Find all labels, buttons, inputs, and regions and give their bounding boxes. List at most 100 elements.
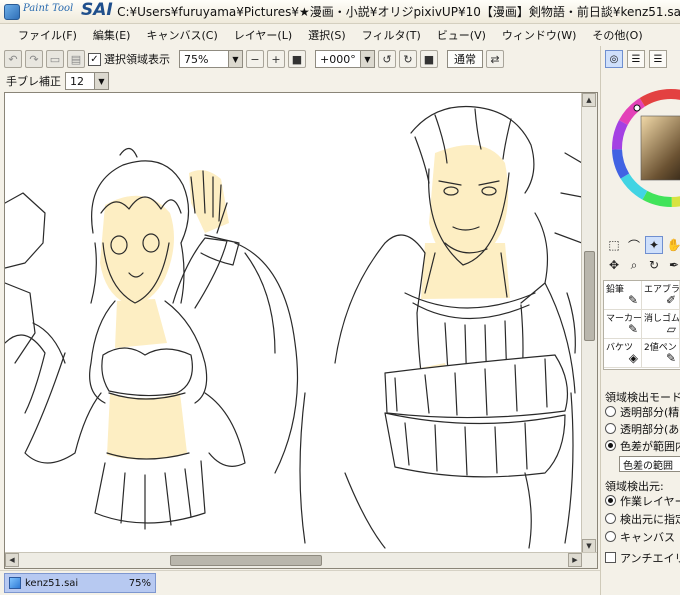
right-partial-sketch	[554, 152, 582, 354]
scroll-left-icon[interactable]: ◀	[5, 553, 19, 567]
rgb-slider-tab-icon[interactable]: ☰	[627, 50, 645, 68]
document-tab-bar: kenz51.sai 75%	[0, 570, 600, 595]
eyedropper-icon[interactable]: ✒	[665, 256, 680, 274]
tool-panel: ◎ ☰ ☰ ⬚ ⌒ ✦ ✋ ✥ ⌕ ↻ ✒ 鉛筆 ✎ エアブラ ✐ マーカー ✎…	[600, 46, 680, 595]
color-range-select[interactable]: 色差の範囲	[619, 456, 680, 472]
vertical-scroll-thumb[interactable]	[584, 250, 595, 341]
scroll-right-icon[interactable]: ▶	[568, 553, 582, 567]
brush-pencil[interactable]: 鉛筆 ✎	[604, 281, 642, 310]
zoom-out-button[interactable]: −	[246, 50, 264, 68]
document-zoom: 75%	[128, 577, 151, 589]
brush-binary-pen[interactable]: 2値ペン ✎	[642, 339, 680, 368]
scroll-up-icon[interactable]: ▲	[582, 93, 596, 107]
checkbox-icon	[605, 552, 616, 563]
brush-airbrush[interactable]: エアブラシ✐	[642, 281, 680, 310]
stabilizer-select[interactable]: 12 ▼	[65, 72, 109, 90]
show-selection-label: 選択領域表示	[104, 53, 170, 66]
brush-label: 鉛筆	[606, 285, 625, 295]
redo-button[interactable]: ↷	[25, 50, 43, 68]
zoom-icon[interactable]: ⌕	[625, 256, 643, 274]
menu-select[interactable]: 選択(S)	[300, 25, 354, 45]
menu-file[interactable]: ファイル(F)	[10, 25, 85, 45]
app-logo: Paint Tool SAI	[0, 0, 117, 24]
rotate-left-button[interactable]: ↺	[378, 50, 396, 68]
vertical-scrollbar[interactable]: ▲ ▼	[581, 93, 597, 553]
document-tab[interactable]: kenz51.sai 75%	[4, 573, 156, 593]
menu-canvas[interactable]: キャンバス(C)	[138, 25, 225, 45]
menu-filter[interactable]: フィルタ(T)	[354, 25, 429, 45]
brush-bucket[interactable]: バケツ ◈	[604, 339, 642, 368]
color-wheel-tab-icon[interactable]: ◎	[605, 50, 623, 68]
invert-selection-button[interactable]: ▤	[67, 50, 85, 68]
rotate-icon[interactable]: ↻	[645, 256, 663, 274]
radio-selected-icon	[605, 440, 616, 451]
detect-source-option-1[interactable]: 作業レイヤー	[605, 493, 680, 509]
radio-icon	[605, 406, 616, 417]
brush-palette: 鉛筆✎ エアブラシ✐ マーカー✎ 消しゴム▱ バケツ◈ 2値ペン✎	[603, 280, 680, 370]
zoom-in-button[interactable]: +	[267, 50, 285, 68]
file-path: C:¥Users¥furuyama¥Pictures¥★漫画・小説¥オリジpix…	[117, 5, 680, 19]
antialias-label: アンチエイリアス	[620, 552, 680, 565]
menu-view[interactable]: ビュー(V)	[429, 25, 494, 45]
drawing-canvas[interactable]	[5, 93, 582, 553]
zoom-value: 75%	[184, 52, 209, 66]
sai-logo-icon	[4, 3, 20, 20]
show-selection-checkbox[interactable]: ✓	[88, 52, 101, 66]
rotate-right-button[interactable]: ↻	[399, 50, 417, 68]
radio-icon	[605, 423, 616, 434]
marker-icon: ✎	[627, 322, 638, 336]
detect-source-option-3[interactable]: キャンバス	[605, 529, 675, 545]
chevron-down-icon: ▼	[360, 51, 374, 67]
option-label: 検出元に指定	[620, 513, 680, 526]
rotation-select[interactable]: +000° ▼	[315, 50, 375, 68]
hsv-slider-tab-icon[interactable]: ☰	[649, 50, 667, 68]
scroll-down-icon[interactable]: ▼	[582, 539, 596, 553]
flip-horizontal-button[interactable]: ⇄	[486, 50, 504, 68]
deselect-button[interactable]: ▭	[46, 50, 64, 68]
logo-subtitle: Paint Tool	[23, 2, 74, 14]
logo-title: SAI	[81, 0, 113, 20]
hand-icon[interactable]: ✋	[665, 236, 680, 254]
rectangle-select-icon[interactable]: ⬚	[605, 236, 623, 254]
zoom-select[interactable]: 75% ▼	[179, 50, 243, 68]
move-icon[interactable]: ✥	[605, 256, 623, 274]
document-icon	[9, 577, 21, 589]
detect-source-option-2[interactable]: 検出元に指定	[605, 511, 680, 527]
option-label: 透明部分(あ	[620, 423, 680, 436]
stabilizer-row: 手ブレ補正 12 ▼	[0, 71, 600, 91]
document-name: kenz51.sai	[25, 577, 79, 589]
detect-mode-label: 領域検出モード:	[605, 391, 680, 404]
undo-button[interactable]: ↶	[4, 50, 22, 68]
radio-selected-icon	[605, 495, 616, 506]
horizontal-scrollbar[interactable]: ◀ ▶	[5, 552, 597, 568]
detect-mode-option-2[interactable]: 透明部分(あ	[605, 421, 679, 437]
detect-mode-option-1[interactable]: 透明部分(精	[605, 404, 679, 420]
detect-source-label: 領域検出元:	[605, 480, 664, 493]
rotate-reset-button[interactable]: ■	[420, 50, 438, 68]
option-label: キャンバス	[620, 531, 675, 544]
horizontal-scroll-thumb[interactable]	[169, 555, 322, 566]
menu-other[interactable]: その他(O)	[584, 25, 650, 45]
man-character-sketch	[299, 105, 576, 549]
blend-mode-button[interactable]: 通常	[447, 50, 483, 68]
canvas-viewport[interactable]: ▲ ▼ ◀ ▶	[4, 92, 598, 569]
antialias-checkbox[interactable]: アンチエイリアス	[605, 550, 680, 566]
option-label: 作業レイヤー	[620, 495, 680, 508]
girl-character-sketch	[24, 147, 299, 530]
brush-marker[interactable]: マーカー ✎	[604, 310, 642, 339]
detect-mode-option-3[interactable]: 色差が範囲内	[605, 438, 680, 454]
magic-wand-icon[interactable]: ✦	[645, 236, 663, 254]
zoom-reset-button[interactable]: ■	[288, 50, 306, 68]
menu-window[interactable]: ウィンドウ(W)	[494, 25, 584, 45]
lasso-icon[interactable]: ⌒	[625, 236, 643, 254]
menu-layer[interactable]: レイヤー(L)	[226, 25, 300, 45]
menu-edit[interactable]: 編集(E)	[85, 25, 139, 45]
color-wheel[interactable]	[611, 88, 680, 228]
airbrush-icon: ✐	[665, 293, 676, 307]
pencil-icon: ✎	[627, 293, 638, 307]
brush-eraser[interactable]: 消しゴム ▱	[642, 310, 680, 339]
chevron-down-icon: ▼	[94, 73, 108, 89]
eraser-icon: ▱	[666, 322, 676, 336]
option-label: 透明部分(精	[620, 406, 680, 419]
stabilizer-label: 手ブレ補正	[6, 75, 61, 88]
